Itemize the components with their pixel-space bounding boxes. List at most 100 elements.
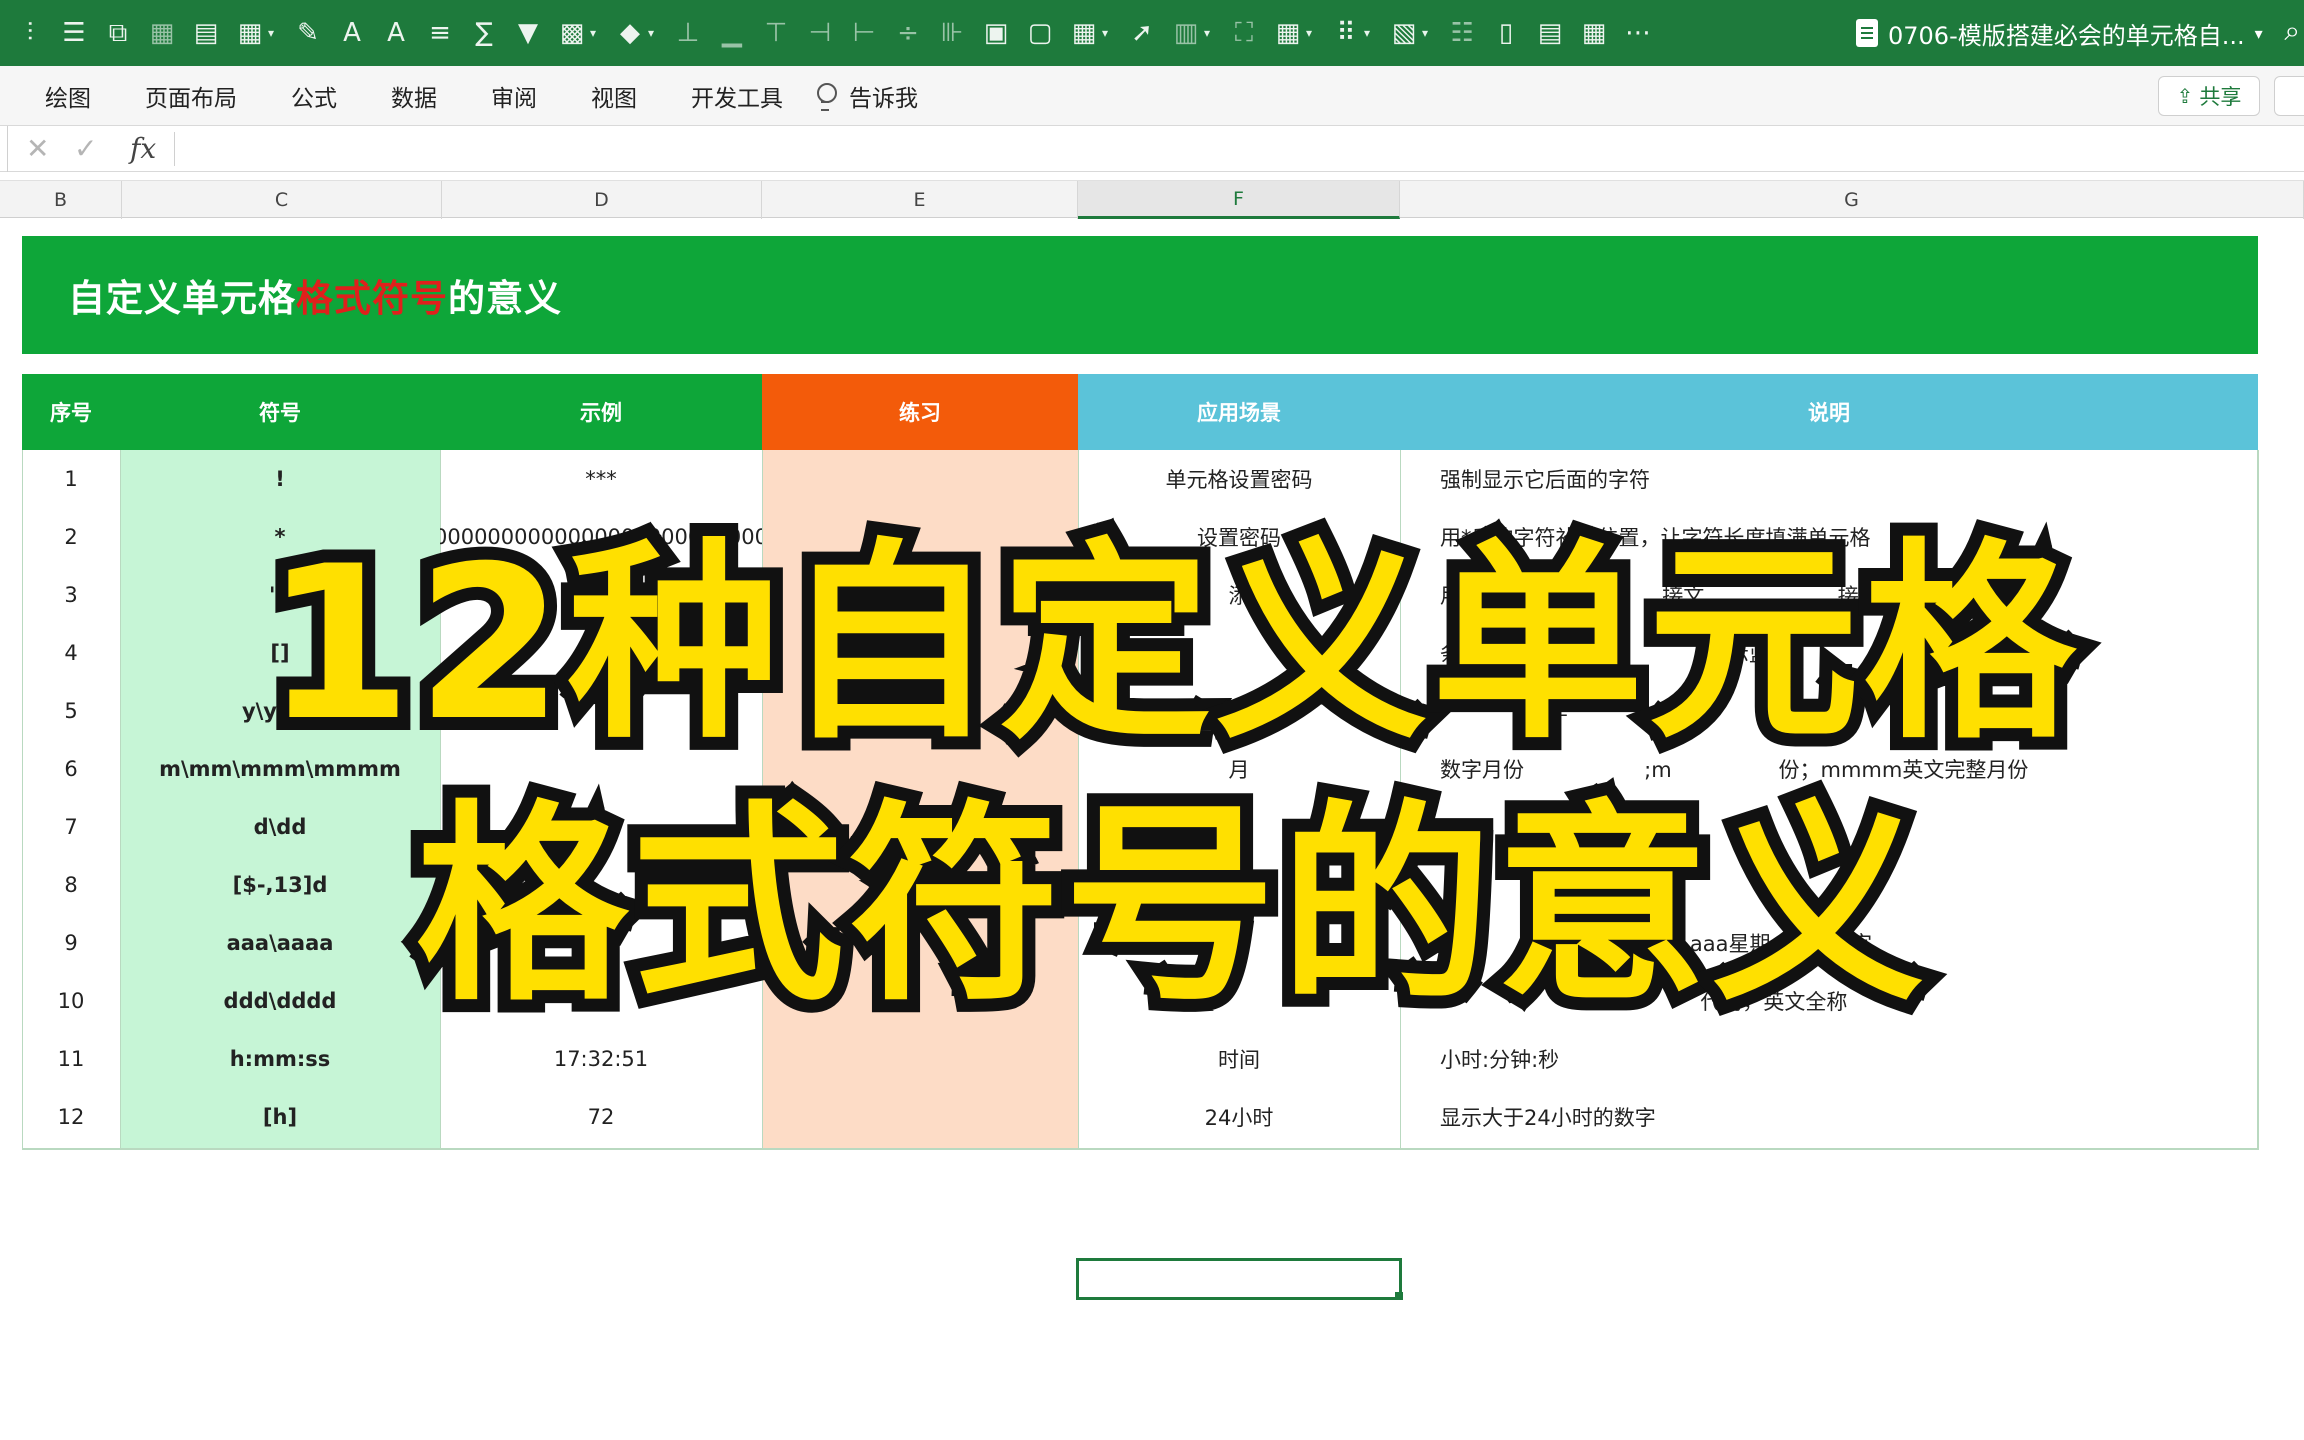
align-left-icon[interactable]: ⊢ — [844, 13, 884, 53]
cursor-icon[interactable]: ➚ — [1122, 13, 1162, 53]
align-right-icon[interactable]: ⊣ — [800, 13, 840, 53]
chevron-down-icon[interactable]: ▾ — [648, 26, 662, 40]
document-icon — [1856, 19, 1878, 47]
column-header-f[interactable]: F — [1078, 181, 1400, 219]
page-icon[interactable]: ▢ — [1020, 13, 1060, 53]
freeze-panes-icon[interactable]: ⫶ — [10, 13, 50, 53]
name-box[interactable] — [0, 126, 8, 172]
search-icon[interactable]: ⌕ — [2284, 14, 2300, 48]
font-grow-icon[interactable]: A — [332, 13, 372, 53]
tab-view[interactable]: 视图 — [591, 79, 637, 113]
header-symbol[interactable]: 符号 — [120, 374, 440, 450]
chevron-down-icon[interactable]: ▾ — [1306, 26, 1320, 40]
tell-me-search[interactable]: 告诉我 — [849, 79, 918, 113]
tab-formulas[interactable]: 公式 — [291, 79, 337, 113]
rows-icon[interactable]: ▤ — [1530, 13, 1570, 53]
symbol-cell[interactable]: [h] — [120, 1088, 440, 1146]
column-header-c[interactable]: C — [122, 181, 442, 219]
title-highlight: 格式符号 — [296, 277, 448, 320]
header-scene[interactable]: 应用场景 — [1078, 374, 1400, 450]
distribute-icon[interactable]: ÷ — [888, 13, 928, 53]
description-cell[interactable]: 强制显示它后面的字符 — [1400, 450, 2258, 508]
chevron-down-icon[interactable]: ▾ — [1422, 26, 1436, 40]
practice-cell[interactable] — [762, 1030, 1078, 1088]
column-header-d[interactable]: D — [442, 181, 762, 219]
copy-icon[interactable]: ⧉ — [98, 13, 138, 53]
split-icon[interactable]: ⊪ — [932, 13, 972, 53]
row-number-cell[interactable]: 12 — [22, 1088, 120, 1146]
font-shrink-icon[interactable]: A — [376, 13, 416, 53]
tab-page-layout[interactable]: 页面布局 — [145, 79, 237, 113]
pivot-icon[interactable]: ▦ — [1268, 13, 1308, 53]
sheet-icon[interactable]: ▤ — [186, 13, 226, 53]
confirm-icon[interactable]: ✓ — [74, 132, 97, 165]
column-headers: B C D E F G — [0, 180, 2304, 219]
conditional-format-icon[interactable]: ▩ — [552, 13, 592, 53]
example-cell[interactable]: *** — [440, 450, 762, 508]
tab-review[interactable]: 审阅 — [491, 79, 537, 113]
bar-chart-icon[interactable]: ▁ — [712, 13, 752, 53]
filter-icon[interactable]: ▼ — [508, 13, 548, 53]
more-icon[interactable]: ⋯ — [1618, 13, 1658, 53]
example-cell[interactable]: 17:32:51 — [440, 1030, 762, 1088]
comments-button[interactable] — [2274, 76, 2304, 116]
expand-icon[interactable]: ⛶ — [1224, 13, 1264, 53]
share-icon: ⇪ — [2176, 84, 2194, 108]
header-no[interactable]: 序号 — [22, 374, 120, 450]
description-cell[interactable]: 小时:分钟:秒 — [1400, 1030, 2258, 1088]
column-header-b[interactable]: B — [0, 181, 122, 219]
selected-cell[interactable] — [1076, 1258, 1402, 1300]
chevron-down-icon[interactable]: ▾ — [590, 26, 604, 40]
sum-icon[interactable]: ∑ — [464, 13, 504, 53]
table-icon[interactable]: ▦ — [230, 13, 270, 53]
practice-cell[interactable] — [762, 1088, 1078, 1146]
list-icon[interactable]: ☷ — [1442, 13, 1482, 53]
grid-icon[interactable]: ▦ — [1064, 13, 1104, 53]
practice-cell[interactable] — [762, 450, 1078, 508]
chevron-down-icon[interactable]: ▾ — [1204, 26, 1218, 40]
chevron-down-icon[interactable]: ▾ — [1364, 26, 1378, 40]
scene-cell[interactable]: 单元格设置密码 — [1078, 450, 1400, 508]
header-example[interactable]: 示例 — [440, 374, 762, 450]
tab-draw[interactable]: 绘图 — [45, 79, 91, 113]
scene-cell[interactable]: 24小时 — [1078, 1088, 1400, 1146]
scene-cell[interactable]: 时间 — [1078, 1030, 1400, 1088]
image-icon[interactable]: ▧ — [1384, 13, 1424, 53]
symbol-cell[interactable]: h:mm:ss — [120, 1030, 440, 1088]
indent-icon[interactable]: ☰ — [54, 13, 94, 53]
column-header-g[interactable]: G — [1400, 181, 2304, 219]
shapes-icon[interactable]: ◆ — [610, 13, 650, 53]
insert-function-icon[interactable]: fx — [130, 132, 156, 165]
columns-icon[interactable]: ▯ — [1486, 13, 1526, 53]
calendar-icon[interactable]: ▦ — [1574, 13, 1614, 53]
dots-grid-icon[interactable]: ⠿ — [1326, 13, 1366, 53]
chevron-down-icon[interactable]: ▾ — [1102, 26, 1116, 40]
header-description[interactable]: 说明 — [1400, 374, 2258, 450]
ribbon-tabs: 绘图 页面布局 公式 数据 审阅 视图 开发工具 告诉我 ⇪ 共享 — [0, 66, 2304, 126]
align-icon[interactable]: ≡ — [420, 13, 460, 53]
column-header-e[interactable]: E — [762, 181, 1078, 219]
table-border-bottom — [22, 1148, 2258, 1150]
format-painter-icon[interactable]: ✎ — [288, 13, 328, 53]
row-number-cell[interactable]: 1 — [22, 450, 120, 508]
chevron-down-icon[interactable]: ▾ — [268, 26, 282, 40]
tab-developer[interactable]: 开发工具 — [691, 79, 783, 113]
sheet-title-banner[interactable]: 自定义单元格 格式符号 的意义 — [22, 236, 2258, 354]
form-icon[interactable]: ▣ — [976, 13, 1016, 53]
header-practice[interactable]: 练习 — [762, 374, 1078, 450]
document-title: 0706-模版搭建必会的单元格自... ▾ — [1856, 0, 2263, 66]
paste-icon[interactable]: ▦ — [142, 13, 182, 53]
align-top-icon[interactable]: ⊤ — [756, 13, 796, 53]
symbol-cell[interactable]: ! — [120, 450, 440, 508]
chevron-down-icon[interactable]: ▾ — [2255, 24, 2263, 43]
formula-input[interactable] — [174, 132, 2294, 166]
fill-handle[interactable] — [1395, 1292, 1403, 1300]
description-cell[interactable]: 显示大于24小时的数字 — [1400, 1088, 2258, 1146]
tab-data[interactable]: 数据 — [391, 79, 437, 113]
example-cell[interactable]: 72 — [440, 1088, 762, 1146]
chart-icon[interactable]: ⊥ — [668, 13, 708, 53]
cancel-icon[interactable]: ✕ — [26, 132, 49, 165]
block-icon[interactable]: ▥ — [1166, 13, 1206, 53]
row-number-cell[interactable]: 11 — [22, 1030, 120, 1088]
share-button[interactable]: ⇪ 共享 — [2158, 76, 2260, 116]
